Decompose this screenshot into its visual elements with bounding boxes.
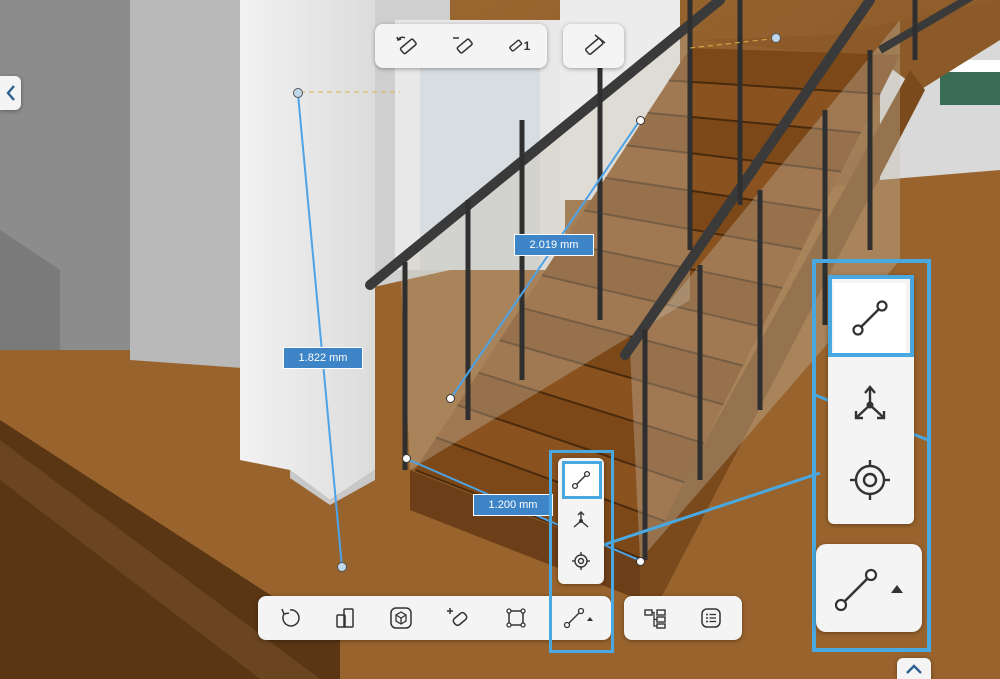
highlight-measure-tool	[549, 450, 614, 653]
remove-measure-button[interactable]	[443, 31, 483, 61]
measurement-label-diagonal[interactable]: 2.019 mm	[514, 234, 594, 256]
ruler-undo-icon	[396, 36, 417, 55]
measure-point[interactable]	[402, 454, 411, 463]
measure-count-value: 1	[523, 39, 531, 53]
chevron-left-icon	[5, 85, 15, 101]
zoom-snap-target-option[interactable]	[834, 447, 906, 513]
hierarchy-icon	[644, 609, 666, 629]
select-frame-button[interactable]	[496, 603, 536, 633]
zoom-measure-tool-button[interactable]	[816, 544, 922, 632]
add-object-icon	[447, 608, 468, 627]
snap-target-icon	[850, 460, 890, 500]
hierarchy-button[interactable]	[636, 603, 674, 633]
3d-view-button[interactable]	[381, 603, 421, 633]
zoom-highlight-line-option	[828, 275, 914, 357]
rotate-button[interactable]	[270, 603, 310, 633]
measure-point[interactable]	[446, 394, 455, 403]
measure-toolbar: 1	[375, 24, 547, 68]
list-icon	[701, 608, 721, 628]
undo-measure-button[interactable]	[387, 31, 427, 61]
3d-view-icon	[390, 607, 412, 629]
measure-point[interactable]	[293, 88, 303, 98]
toggle-measure-visibility-button[interactable]	[563, 24, 624, 68]
measure-count-button[interactable]: 1	[497, 31, 541, 61]
chevron-up-icon	[906, 663, 922, 674]
add-object-button[interactable]	[438, 603, 478, 633]
select-frame-icon	[506, 608, 526, 628]
measure-point[interactable]	[636, 557, 645, 566]
collapse-left-button[interactable]	[0, 76, 21, 110]
ruler-count-icon	[508, 39, 522, 52]
measure-line-icon	[834, 568, 903, 612]
split-view-button[interactable]	[325, 603, 365, 633]
measurement-label-horizontal[interactable]: 1.200 mm	[473, 494, 553, 516]
measure-point[interactable]	[337, 562, 347, 572]
ruler-hide-icon	[584, 34, 605, 55]
zoom-axis-measure-option[interactable]	[834, 373, 906, 435]
secondary-toolbar	[624, 596, 742, 640]
measure-point[interactable]	[636, 116, 645, 125]
axis-measure-icon	[854, 385, 886, 420]
split-view-icon	[336, 608, 354, 628]
list-button[interactable]	[692, 603, 730, 633]
measurement-label-vertical[interactable]: 1.822 mm	[283, 347, 363, 369]
measure-point[interactable]	[771, 33, 781, 43]
rotate-icon	[281, 608, 300, 627]
ruler-remove-icon	[453, 37, 473, 54]
expand-bottom-button[interactable]	[897, 658, 931, 679]
